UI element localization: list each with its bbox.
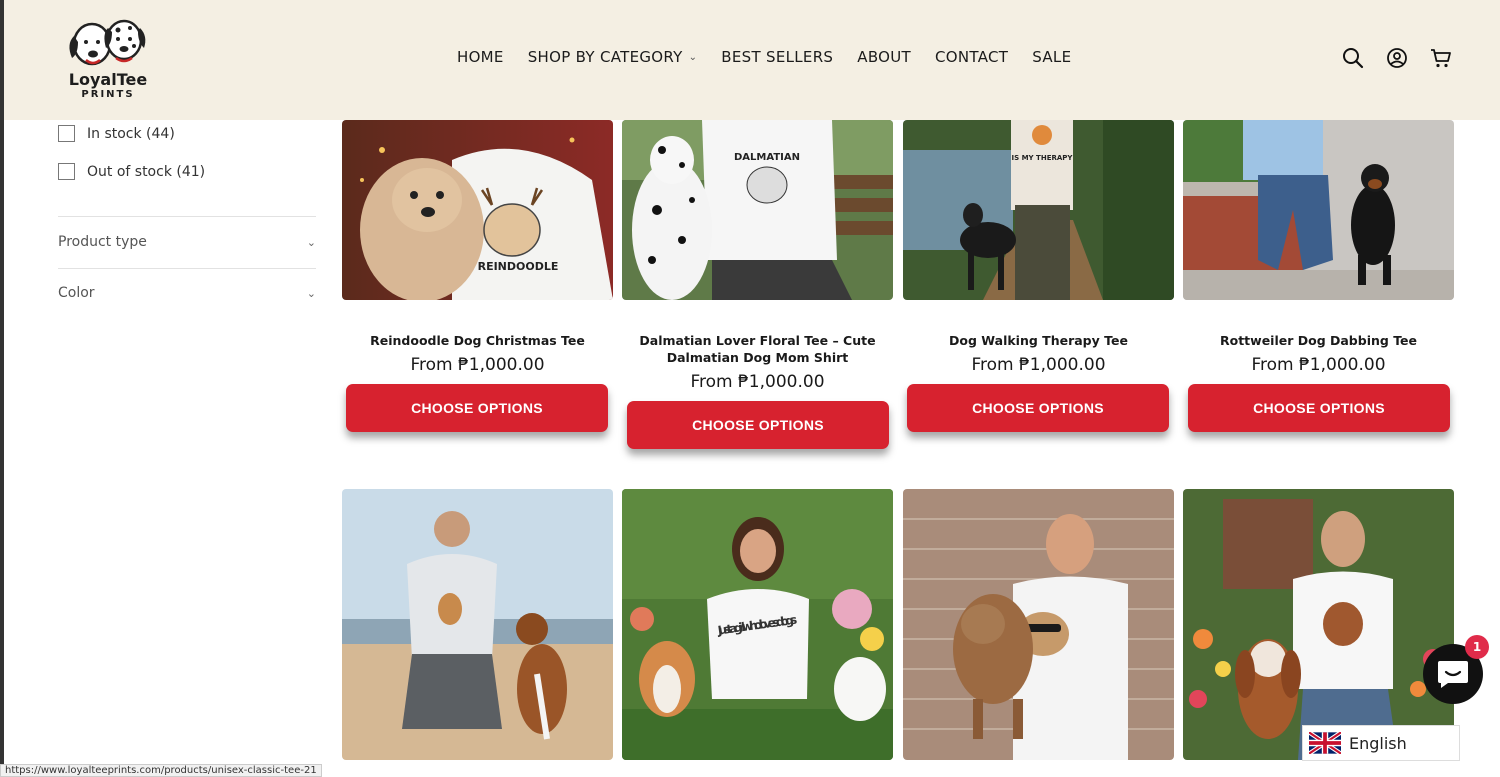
product-name[interactable]: Rottweiler Dog Dabbing Tee [1183,332,1454,349]
filter-sidebar: In stock (44) Out of stock (41) Product … [0,120,340,777]
shirt-print-text: REINDOODLE [478,260,559,273]
product-image-cavalier-garden[interactable] [1183,489,1454,760]
page: LoyalTee PRINTS HOME SHOP BY CATEGORY ⌄ B… [0,0,1500,777]
site-header: LoyalTee PRINTS HOME SHOP BY CATEGORY ⌄ B… [0,0,1500,120]
product-price: From ₱1,000.00 [410,355,545,375]
chevron-down-icon: ⌄ [306,235,316,249]
filter-product-type[interactable]: Product type ⌄ [58,234,316,250]
nav-shop-label: SHOP BY CATEGORY [527,48,683,66]
choose-options-button[interactable]: CHOOSE OPTIONS [907,384,1169,432]
filter-in-stock-label: In stock (44) [87,125,175,142]
choose-options-button[interactable]: CHOOSE OPTIONS [1188,384,1450,432]
shirt-print-text: IS MY THERAPY [1012,154,1074,162]
search-icon[interactable] [1342,46,1364,70]
chevron-down-icon: ⌄ [306,286,316,300]
uk-flag-icon [1309,732,1341,754]
dogs-logo-icon [69,19,146,66]
main-nav: HOME SHOP BY CATEGORY ⌄ BEST SELLERS ABOU… [457,48,1071,66]
cart-icon[interactable] [1430,46,1452,70]
account-icon[interactable] [1386,46,1408,70]
product-name[interactable]: Reindoodle Dog Christmas Tee [342,332,613,349]
chat-badge: 1 [1465,635,1489,659]
product-name-line: Dalmatian Dog Mom Shirt [666,350,849,365]
product-image-bulldog-sunglasses[interactable] [903,489,1174,760]
product-image-reindoodle[interactable]: REINDOODLE [342,120,613,300]
filter-out-of-stock[interactable]: Out of stock (41) [58,163,205,180]
nav-contact[interactable]: CONTACT [935,48,1008,66]
nav-contact-label: CONTACT [935,48,1009,66]
nav-about[interactable]: ABOUT [857,48,911,66]
choose-options-button[interactable]: CHOOSE OPTIONS [627,401,889,449]
choose-options-button[interactable]: CHOOSE OPTIONS [346,384,608,432]
product-price: From ₱1,000.00 [971,355,1106,375]
product-price: From ₱1,000.00 [1251,355,1386,375]
language-label: English [1349,733,1407,753]
product-image-dalmatian[interactable]: DALMATIAN [622,120,893,300]
nav-best-sellers[interactable]: BEST SELLERS [721,48,833,66]
product-image-rottweiler[interactable] [1183,120,1454,300]
divider [58,268,316,269]
product-price: From ₱1,000.00 [690,372,825,392]
checkbox[interactable] [58,125,75,142]
status-url: https://www.loyalteeprints.com/products/… [0,764,322,777]
product-image-girl-loves-dogs[interactable]: Just a girl who loves dogs [622,489,893,760]
divider [58,216,316,217]
filter-out-of-stock-label: Out of stock (41) [87,163,206,180]
brand-sub: PRINTS [81,89,135,100]
filter-in-stock[interactable]: In stock (44) [58,125,175,142]
header-icons [1342,46,1452,70]
nav-home-label: HOME [457,48,504,66]
product-image-boxer-beach[interactable] [342,489,613,760]
product-name[interactable]: Dalmatian Lover Floral Tee – Cute Dalmat… [622,332,893,366]
nav-about-label: ABOUT [857,48,912,66]
product-image-dog-walking[interactable]: IS MY THERAPY [903,120,1174,300]
chat-icon [1438,661,1468,688]
product-name[interactable]: Dog Walking Therapy Tee [903,332,1174,349]
filter-color-label: Color [58,285,95,301]
filter-color[interactable]: Color ⌄ [58,285,316,301]
nav-best-sellers-label: BEST SELLERS [721,48,834,66]
shirt-print-text: DALMATIAN [734,152,800,163]
nav-sale[interactable]: SALE [1032,48,1071,66]
chevron-down-icon: ⌄ [688,51,698,63]
product-name-line: Dalmatian Lover Floral Tee – Cute [639,333,876,348]
nav-sale-label: SALE [1032,48,1072,66]
brand-name: LoyalTee [68,70,148,89]
brand-logo[interactable]: LoyalTee PRINTS [60,14,156,104]
nav-home[interactable]: HOME [457,48,504,66]
filter-product-type-label: Product type [58,234,147,250]
checkbox[interactable] [58,163,75,180]
nav-shop-by-category[interactable]: SHOP BY CATEGORY ⌄ [528,48,698,66]
language-selector[interactable]: English [1302,725,1460,761]
